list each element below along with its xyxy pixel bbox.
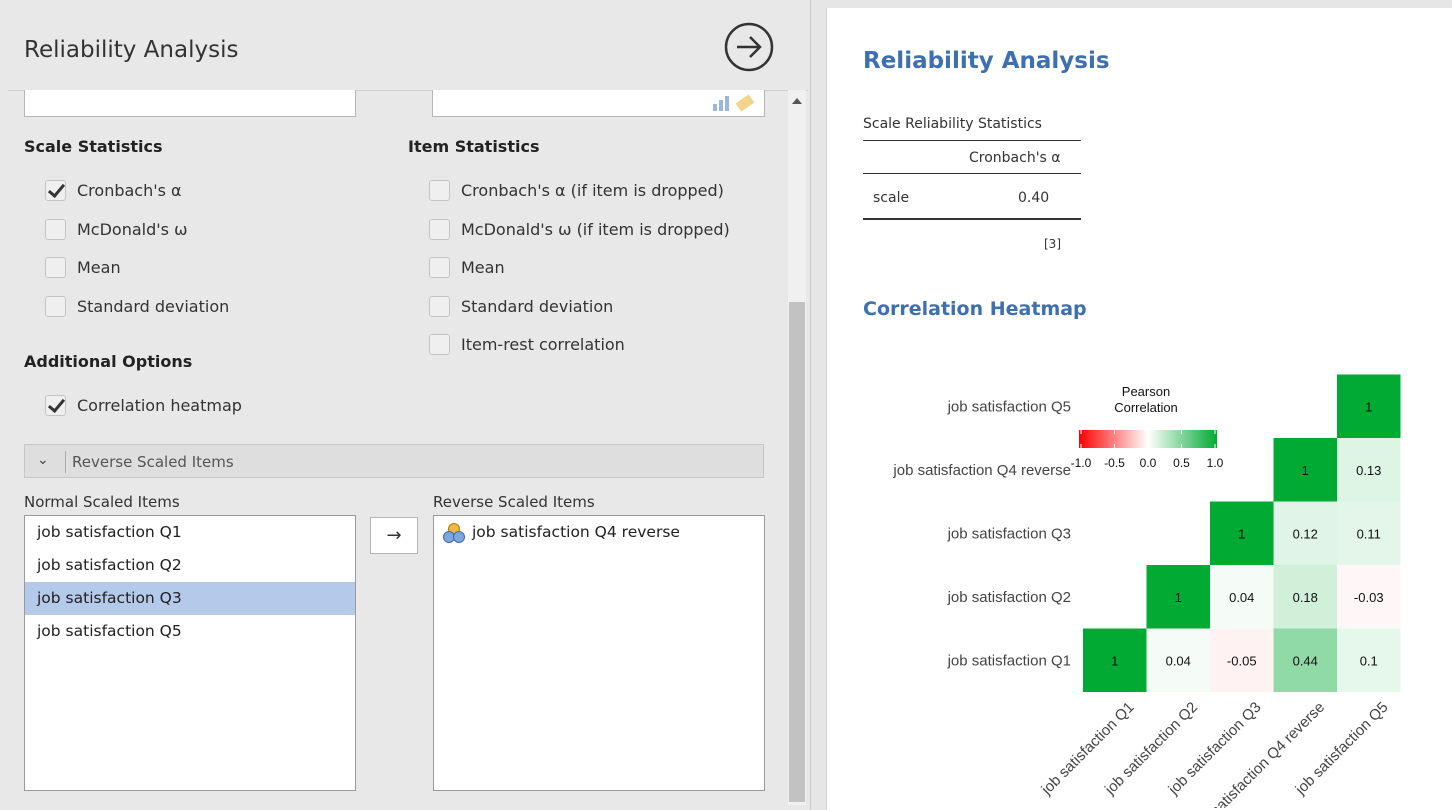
- heatmap-cell-label: -0.05: [1227, 653, 1257, 668]
- checkbox[interactable]: [429, 179, 450, 201]
- option-label: McDonald's ω (if item is dropped): [461, 219, 730, 239]
- results-panel: Reliability Analysis Scale Reliability S…: [826, 8, 1452, 810]
- options-panel: Reliability Analysis Scale Statistics Cr…: [0, 0, 811, 810]
- heatmap-cell-label: 1: [1175, 590, 1182, 605]
- checkbox[interactable]: [45, 256, 66, 278]
- chevron-down-icon: ⌄: [37, 452, 49, 468]
- nominal-variable-icon: [443, 522, 465, 543]
- heatmap-cell-label: 0.18: [1293, 590, 1318, 605]
- option-label: Item-rest correlation: [461, 334, 625, 354]
- checkbox[interactable]: [429, 333, 450, 355]
- legend-title: Pearson: [1122, 384, 1170, 399]
- heatmap-row-label: job satisfaction Q3: [947, 525, 1071, 542]
- heatmap-cell-label: 1: [1111, 653, 1118, 668]
- heatmap-cell-label: 0.12: [1293, 526, 1318, 541]
- option-item-alpha-dropped[interactable]: Cronbach's α (if item is dropped): [429, 178, 724, 202]
- options-scrollbar[interactable]: [788, 90, 806, 805]
- panel-title: Reliability Analysis: [24, 37, 239, 63]
- scroll-thumb[interactable]: [789, 302, 805, 802]
- checkbox[interactable]: [45, 295, 66, 317]
- divider: [65, 451, 66, 473]
- checkbox[interactable]: [45, 394, 66, 416]
- table-footnote: [3]: [1044, 237, 1061, 251]
- heatmap-cell-label: 0.44: [1293, 653, 1318, 668]
- options-header: Reliability Analysis: [8, 8, 808, 91]
- heatmap-cell-label: 1: [1302, 463, 1309, 478]
- checkbox[interactable]: [45, 179, 66, 201]
- item-statistics-heading: Item Statistics: [408, 137, 540, 156]
- correlation-heatmap: 1 1 0.13 1 0.12 0.11 1 0.04 0.18 -0.03 1 0.04 -0.05 0…: [892, 374, 1401, 808]
- checkbox[interactable]: [45, 218, 66, 240]
- list-item[interactable]: job satisfaction Q4 reverse: [434, 516, 764, 549]
- option-item-rest-correlation[interactable]: Item-rest correlation: [429, 332, 625, 356]
- heatmap-cell-label: -0.03: [1354, 590, 1384, 605]
- option-label: Standard deviation: [77, 296, 230, 316]
- reverse-items-label: Reverse Scaled Items: [433, 493, 595, 511]
- checkbox[interactable]: [429, 295, 450, 317]
- heatmap-row-label: job satisfaction Q2: [947, 589, 1071, 606]
- option-scale-sd[interactable]: Standard deviation: [45, 294, 229, 318]
- heatmap-cell-label: 0.1: [1360, 653, 1378, 668]
- list-item[interactable]: job satisfaction Q2: [25, 549, 355, 582]
- option-label: Mean: [461, 257, 505, 277]
- legend-tick-label: 1.0: [1207, 456, 1224, 470]
- scroll-up-icon[interactable]: [792, 98, 802, 104]
- reverse-items-list[interactable]: job satisfaction Q4 reverse: [433, 515, 765, 791]
- legend-tick-label: 0.0: [1140, 456, 1157, 470]
- table-cell-value: 0.40: [1018, 190, 1050, 206]
- option-mcdonald-omega[interactable]: McDonald's ω: [45, 217, 187, 241]
- table-caption: Scale Reliability Statistics: [863, 116, 1042, 132]
- legend-tick-label: -1.0: [1071, 456, 1092, 470]
- table-rule: [863, 173, 1081, 174]
- list-item[interactable]: job satisfaction Q3: [25, 582, 355, 615]
- option-cronbach-alpha[interactable]: Cronbach's α: [45, 178, 182, 202]
- legend-title: Correlation: [1114, 400, 1178, 415]
- table-rule: [863, 218, 1081, 220]
- normal-items-label: Normal Scaled Items: [24, 493, 180, 511]
- heatmap-cell-label: 1: [1365, 399, 1372, 414]
- legend-tick-label: -0.5: [1104, 456, 1125, 470]
- results-title: Reliability Analysis: [863, 48, 1110, 74]
- section-title: Reverse Scaled Items: [72, 453, 234, 471]
- checkbox[interactable]: [429, 256, 450, 278]
- continuous-variable-icon: [713, 94, 755, 112]
- option-label: Standard deviation: [461, 296, 614, 316]
- variables-box-bottom[interactable]: [24, 90, 356, 117]
- heatmap-cell-label: 0.04: [1229, 590, 1254, 605]
- option-correlation-heatmap[interactable]: Correlation heatmap: [45, 393, 242, 417]
- heatmap-row-label: job satisfaction Q5: [947, 398, 1071, 415]
- items-box-bottom[interactable]: [432, 90, 765, 117]
- option-label: Cronbach's α (if item is dropped): [461, 180, 724, 200]
- list-item[interactable]: job satisfaction Q1: [25, 516, 355, 549]
- heatmap-heading: Correlation Heatmap: [863, 298, 1087, 320]
- heatmap-row-label: job satisfaction Q4 reverse: [892, 462, 1071, 479]
- heatmap-row-label: job satisfaction Q1: [947, 652, 1071, 669]
- normal-items-list[interactable]: job satisfaction Q1 job satisfaction Q2 …: [24, 515, 356, 791]
- move-to-reverse-button[interactable]: →: [370, 517, 418, 554]
- option-item-omega-dropped[interactable]: McDonald's ω (if item is dropped): [429, 217, 730, 241]
- heatmap-cell-label: 0.13: [1356, 463, 1381, 478]
- table-row-label: scale: [873, 190, 910, 206]
- arrow-right-circle-icon[interactable]: [724, 22, 774, 72]
- additional-options-heading: Additional Options: [24, 352, 193, 371]
- option-label: Correlation heatmap: [77, 395, 242, 415]
- list-item-label: job satisfaction Q4 reverse: [472, 523, 680, 541]
- legend-tick-label: 0.5: [1173, 456, 1190, 470]
- heatmap-cell-label: 0.11: [1357, 526, 1381, 541]
- scale-statistics-heading: Scale Statistics: [24, 137, 163, 156]
- option-item-sd[interactable]: Standard deviation: [429, 294, 613, 318]
- table-column-header: Cronbach's α: [969, 150, 1061, 166]
- option-label: Mean: [77, 257, 121, 277]
- option-scale-mean[interactable]: Mean: [45, 255, 121, 279]
- checkbox[interactable]: [429, 218, 450, 240]
- heatmap-cell-label: 1: [1238, 526, 1245, 541]
- reverse-scaled-section-header[interactable]: ⌄ Reverse Scaled Items: [24, 444, 764, 478]
- list-item[interactable]: job satisfaction Q5: [25, 615, 355, 648]
- option-item-mean[interactable]: Mean: [429, 255, 505, 279]
- option-label: Cronbach's α: [77, 180, 182, 200]
- heatmap-cell-label: 0.04: [1166, 653, 1191, 668]
- table-rule: [863, 140, 1081, 141]
- option-label: McDonald's ω: [77, 219, 188, 239]
